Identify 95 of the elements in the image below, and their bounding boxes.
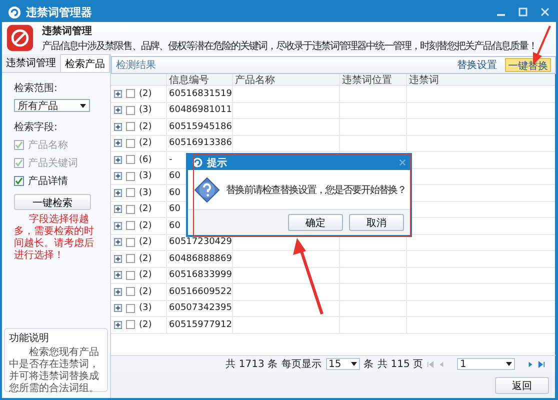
expand-icon[interactable] [114, 320, 122, 329]
row-checkbox[interactable] [126, 238, 135, 247]
page-dropdown[interactable]: 1 [457, 358, 515, 370]
row-count: (2) [139, 220, 152, 231]
row-count: (2) [139, 237, 152, 248]
column-header: 信息编号 [167, 74, 233, 85]
last-page-icon[interactable] [538, 360, 545, 368]
total-count: 共 1713 条 [226, 358, 278, 371]
tab[interactable]: 检索产品 [60, 54, 110, 72]
column-header: 产品名称 [233, 74, 340, 85]
row-checkbox[interactable] [126, 138, 135, 148]
table-cell: 60515977912 [167, 317, 233, 332]
table-cell: 60516913386 [167, 136, 233, 151]
row-count: (2) [139, 286, 152, 297]
table-cell: 60507342395 [167, 300, 233, 316]
help-title: 功能说明 [9, 332, 50, 345]
row-count: (2) [139, 122, 152, 132]
row-checkbox[interactable] [126, 188, 135, 198]
expand-icon[interactable] [114, 288, 122, 296]
row-checkbox[interactable] [126, 270, 135, 280]
dialog-button[interactable]: 确定 [288, 214, 343, 231]
window-title: 违禁词管理器 [26, 4, 92, 20]
row-checkbox[interactable] [126, 172, 135, 181]
table-cell: 60516609522 [167, 284, 233, 300]
row-count: (3) [139, 188, 152, 198]
row-count: (2) [139, 138, 152, 148]
row-checkbox[interactable] [126, 155, 135, 164]
expand-icon[interactable] [114, 271, 122, 280]
header-description: 产品信息中涉及禁限售、品牌、侵权等潜在危险的关键词，尽收录于违禁词管理器中统一管理，时刻替您把关产品信息质量！ [42, 40, 537, 52]
row-checkbox[interactable] [126, 221, 135, 230]
row-count: (2) [139, 254, 152, 264]
previous-page-icon[interactable] [438, 360, 445, 368]
scope-label: 检索范围: [14, 82, 58, 95]
row-count: (2) [139, 204, 152, 214]
expand-icon[interactable] [114, 254, 122, 263]
row-checkbox[interactable] [126, 320, 135, 330]
maximize-icon[interactable] [518, 7, 528, 17]
warning-text: 字段选择得越多，需要检索的时间越长。请考虑后进行选择！ [14, 214, 95, 262]
row-checkbox[interactable] [126, 304, 135, 313]
expand-icon[interactable] [114, 90, 122, 98]
row-count: (3) [139, 303, 152, 314]
table-cell: 60486888869 [167, 251, 233, 266]
row-count: (2) [139, 320, 152, 330]
column-header: 违禁词位置 [340, 74, 407, 85]
search-button[interactable]: 一键检索 [14, 194, 91, 210]
expand-icon[interactable] [114, 188, 122, 197]
expand-icon[interactable] [114, 172, 122, 180]
row-checkbox[interactable] [126, 122, 135, 132]
table-cell: 60516831519 [167, 86, 233, 102]
app-logo-icon [8, 6, 21, 18]
row-checkbox[interactable] [126, 204, 135, 214]
dialog-title: 提示 [207, 156, 227, 170]
scope-dropdown[interactable]: 所有产品 [14, 99, 90, 112]
expand-icon[interactable] [114, 238, 122, 246]
row-count: (2) [139, 270, 152, 280]
tab[interactable]: 违禁词管理 [2, 54, 60, 72]
first-page-icon[interactable] [427, 360, 434, 368]
expand-icon[interactable] [114, 304, 122, 312]
per-page-label: 每页显示 [282, 358, 322, 371]
field-checkbox[interactable]: 产品详情 [14, 174, 68, 188]
fields-label: 检索字段: [14, 120, 58, 134]
expand-icon[interactable] [114, 139, 122, 148]
caret-icon [506, 362, 512, 366]
row-count: (2) [139, 88, 152, 99]
dialog-button[interactable]: 取消 [349, 214, 404, 231]
help-text: 检索您现有产品中是否存在违禁词，并可将违禁词替换成您所需的合法词组。 [9, 347, 100, 395]
expand-icon[interactable] [114, 205, 122, 214]
expand-icon[interactable] [114, 122, 122, 131]
close-icon[interactable] [399, 159, 406, 166]
caret-icon [350, 362, 357, 366]
next-page-icon[interactable] [527, 360, 534, 368]
prohibited-logo-icon [6, 24, 34, 52]
row-checkbox[interactable] [126, 287, 135, 296]
table-cell: 60486981011 [167, 102, 233, 118]
question-icon [194, 176, 220, 202]
expand-icon[interactable] [114, 222, 122, 230]
unit-label: 条 [364, 358, 374, 371]
back-button[interactable]: 返回 [495, 376, 549, 394]
per-page-dropdown[interactable]: 15 [326, 358, 360, 370]
expand-icon[interactable] [114, 106, 122, 114]
column-header: 违禁词 [408, 74, 440, 85]
row-checkbox[interactable] [126, 89, 135, 98]
header-title: 违禁词管理 [42, 24, 93, 38]
table-cell: 60515945186 [167, 119, 233, 134]
row-count: (3) [139, 171, 152, 182]
row-checkbox[interactable] [126, 106, 135, 115]
expand-icon[interactable] [114, 156, 122, 164]
row-count: (3) [139, 105, 152, 116]
results-title: 检测结果 [116, 58, 156, 72]
page-count: 共 115 页 [378, 358, 423, 371]
replace-settings-button[interactable]: 替换设置 [455, 58, 499, 72]
row-checkbox[interactable] [126, 254, 135, 264]
table-cell: 60516833999 [167, 268, 233, 283]
caret-icon [80, 104, 86, 108]
row-count: (6) [139, 154, 152, 165]
